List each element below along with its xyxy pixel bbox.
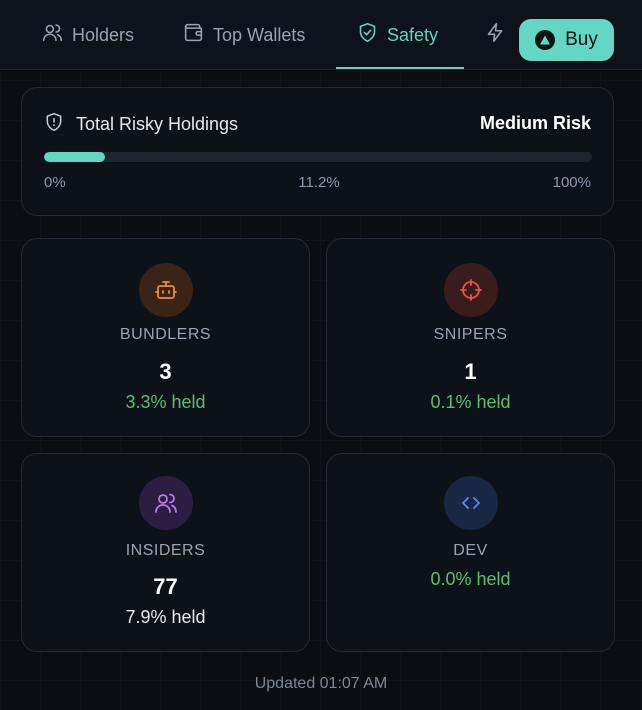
risk-title-text: Total Risky Holdings xyxy=(76,114,239,134)
active-tab-indicator xyxy=(336,67,464,69)
users-icon xyxy=(138,476,193,530)
updated-timestamp: Updated 01:07 AM xyxy=(254,675,388,692)
stat-label: BUNDLERS xyxy=(119,326,212,343)
code-icon xyxy=(443,476,498,530)
risk-progress-fill xyxy=(44,152,106,162)
tab-top-wallets[interactable]: Top Wallets xyxy=(183,0,305,70)
stat-held: 0.1% held xyxy=(430,392,511,412)
stat-count: 77 xyxy=(153,574,178,599)
stat-label: SNIPERS xyxy=(433,326,508,343)
shield-alert-icon xyxy=(44,112,64,137)
risk-title: Total Risky Holdings xyxy=(44,112,238,137)
tab-holders[interactable]: Holders xyxy=(42,0,134,70)
insiders-card[interactable]: INSIDERS 77 7.9% held xyxy=(21,453,310,652)
risk-level: Medium Risk xyxy=(479,113,591,133)
tab-label: Safety xyxy=(387,24,439,45)
bot-icon xyxy=(138,263,193,317)
risk-progress-bar xyxy=(44,152,592,162)
progress-value-label: 11.2% xyxy=(298,174,340,191)
stat-held: 3.3% held xyxy=(125,392,206,412)
wallet-icon xyxy=(183,22,204,48)
tab-label: Top Wallets xyxy=(213,24,306,45)
progress-max-label: 100% xyxy=(552,174,591,191)
stat-count: 3 xyxy=(159,359,172,384)
tab-label: Holders xyxy=(72,24,135,45)
risk-summary-panel: Total Risky Holdings Medium Risk 0% 11.2… xyxy=(21,87,614,216)
bundlers-card[interactable]: BUNDLERS 3 3.3% held xyxy=(21,238,310,437)
shield-check-icon xyxy=(357,22,378,48)
tab-bar: Holders Top Wallets Safety Buy xyxy=(0,0,642,70)
stat-label: INSIDERS xyxy=(125,542,206,559)
snipers-card[interactable]: SNIPERS 1 0.1% held xyxy=(326,238,615,437)
tab-lightning[interactable] xyxy=(485,0,506,70)
dev-card[interactable]: DEV 0.0% held xyxy=(326,453,615,652)
buy-button[interactable]: Buy xyxy=(519,19,614,61)
crosshair-icon xyxy=(443,263,498,317)
triangle-circle-icon xyxy=(535,30,556,50)
tab-safety[interactable]: Safety xyxy=(357,0,438,70)
stat-count: 1 xyxy=(464,359,477,384)
users-icon xyxy=(42,22,63,48)
stat-label: DEV xyxy=(453,542,488,559)
stat-held: 7.9% held xyxy=(125,607,206,627)
lightning-icon xyxy=(485,22,506,48)
stat-held: 0.0% held xyxy=(430,569,511,589)
buy-label: Buy xyxy=(565,29,598,50)
